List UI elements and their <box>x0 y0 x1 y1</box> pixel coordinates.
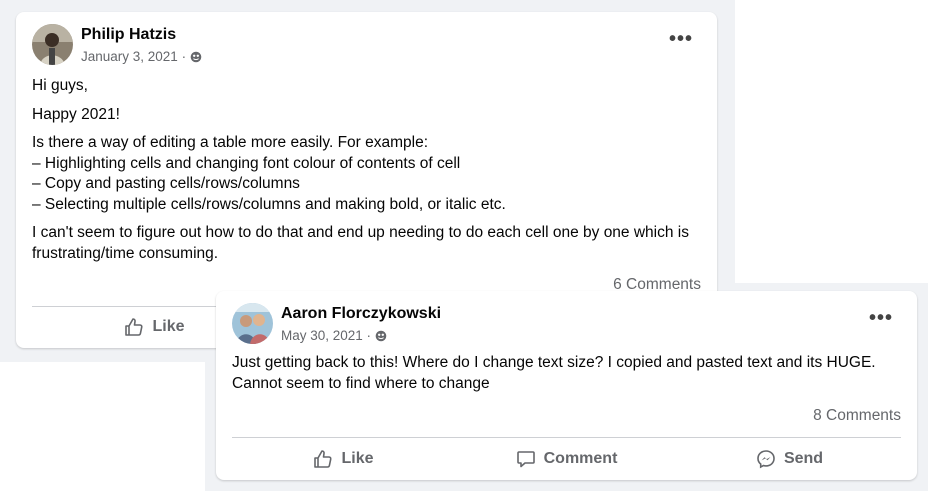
comments-count-link[interactable]: 8 Comments <box>813 407 901 425</box>
post-meta: January 3, 2021 · <box>81 49 202 64</box>
post-actions: Like Comment Send <box>232 444 901 474</box>
like-label: Like <box>341 450 374 467</box>
post-body: Hi guys, Happy 2021! Is there a way of e… <box>32 76 702 272</box>
post-paragraph: Hi guys, <box>32 77 88 94</box>
more-options-icon[interactable]: ••• <box>669 29 693 49</box>
post-author-name[interactable]: Aaron Florczykowski <box>281 305 441 323</box>
author-avatar[interactable] <box>32 24 73 65</box>
thumbs-up-icon <box>314 450 333 468</box>
send-label: Send <box>783 450 824 467</box>
divider <box>232 437 901 438</box>
post-date[interactable]: May 30, 2021 · <box>281 328 371 343</box>
post-author-name[interactable]: Philip Hatzis <box>81 26 176 44</box>
comment-bubble-icon <box>516 451 535 468</box>
thumbs-up-icon <box>125 318 144 336</box>
post-meta: May 30, 2021 · <box>281 328 387 343</box>
post-paragraph: Happy 2021! <box>32 105 120 123</box>
globe-icon <box>190 51 202 63</box>
send-button[interactable]: Send <box>678 444 901 474</box>
globe-icon <box>375 330 387 342</box>
like-button[interactable]: Like <box>232 444 455 474</box>
more-options-icon[interactable]: ••• <box>869 308 893 328</box>
comment-label: Comment <box>543 450 618 467</box>
post-paragraph: Just getting back to this! Where do I ch… <box>232 354 876 392</box>
comment-button[interactable]: Comment <box>455 444 678 474</box>
messenger-icon <box>757 450 775 469</box>
like-label: Like <box>152 318 185 335</box>
post-paragraph: Is there a way of editing a table more e… <box>32 134 506 213</box>
post-date[interactable]: January 3, 2021 · <box>81 49 186 64</box>
post-paragraph: I can't seem to figure out how to do tha… <box>32 224 689 262</box>
author-avatar[interactable] <box>232 303 273 344</box>
post-body: Just getting back to this! Where do I ch… <box>232 353 902 402</box>
post-card: Aaron Florczykowski May 30, 2021 · ••• J… <box>216 291 917 480</box>
